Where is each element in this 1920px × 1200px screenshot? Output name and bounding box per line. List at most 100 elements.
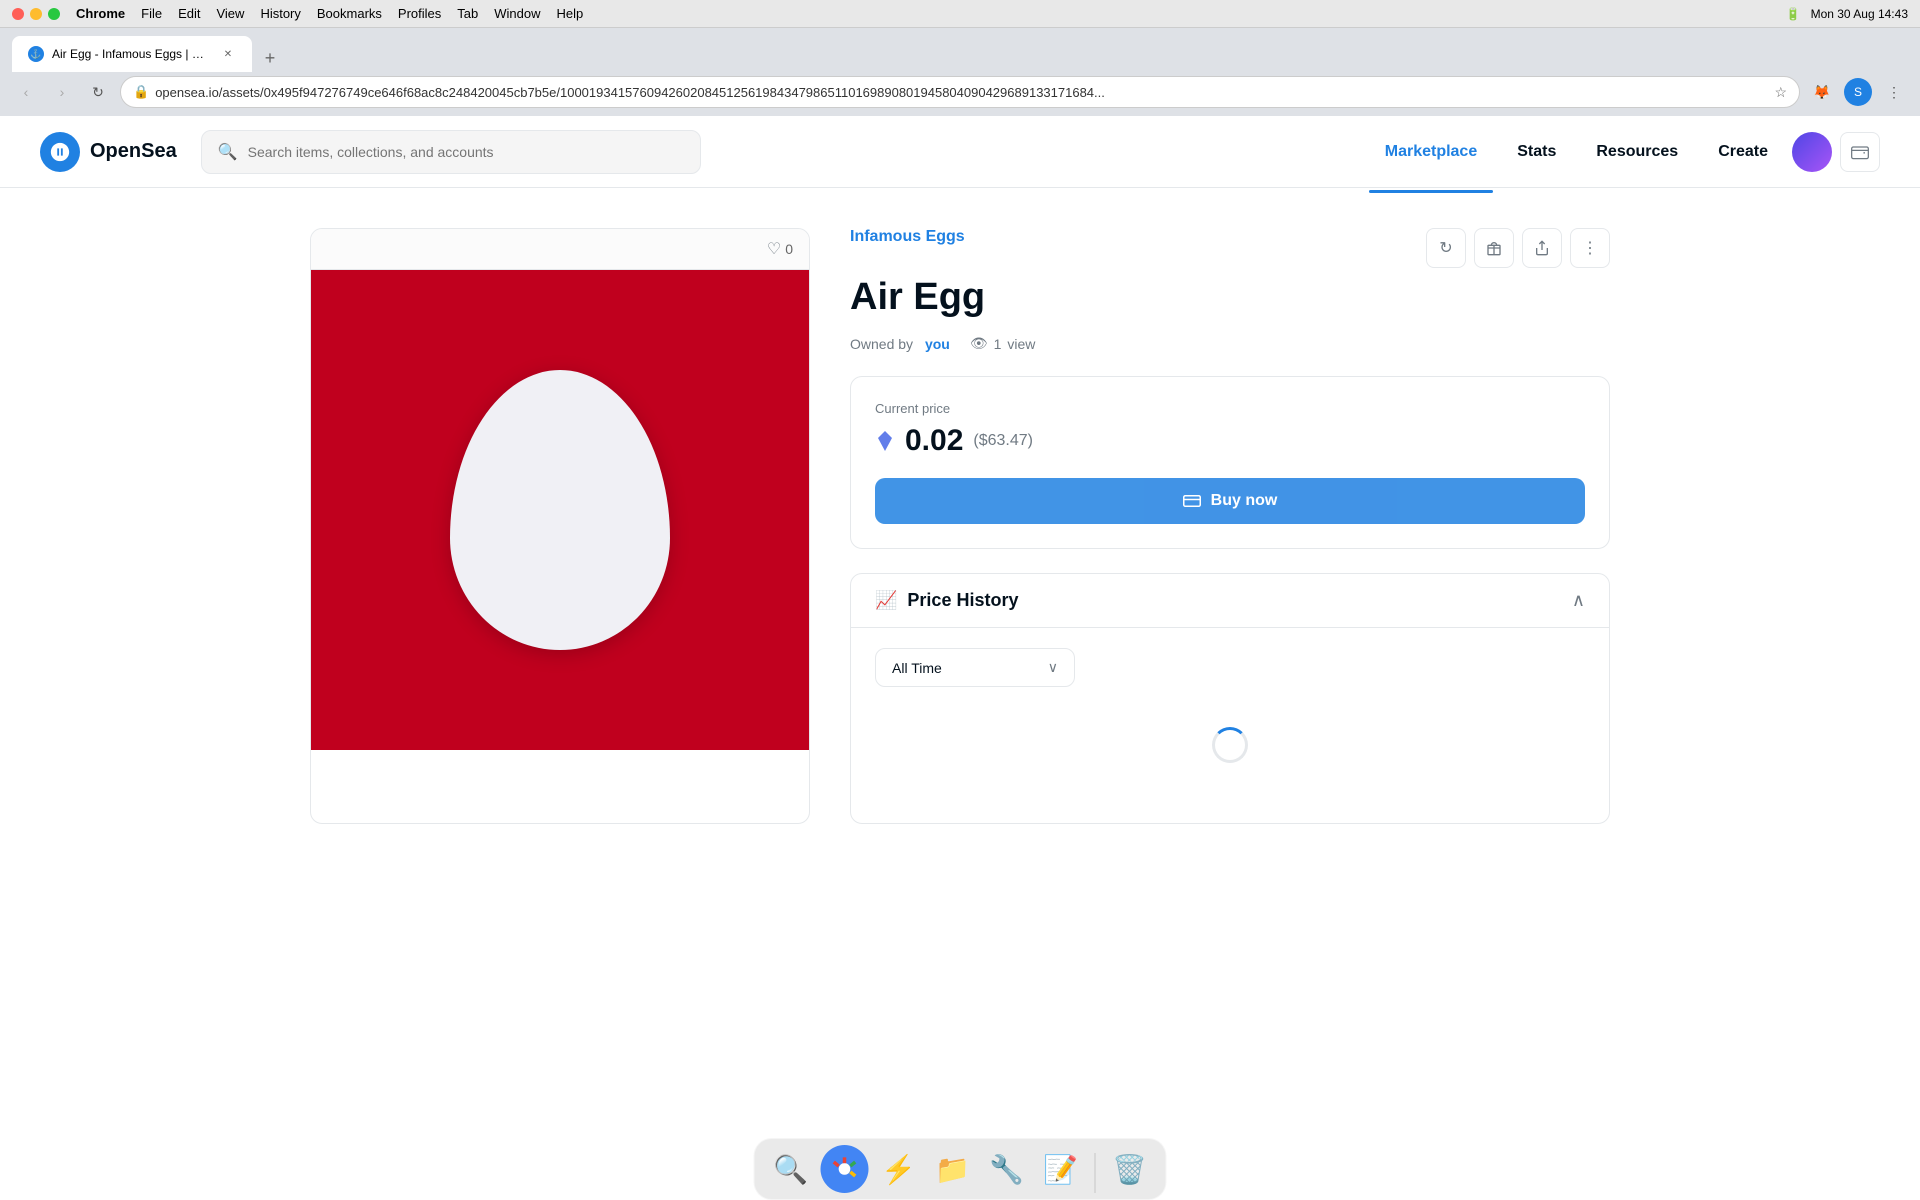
dock-terminal[interactable]: 📁 (929, 1145, 977, 1193)
opensea-logo[interactable]: OpenSea (40, 132, 177, 172)
collection-link[interactable]: Infamous Eggs (850, 228, 965, 246)
price-eth: 0.02 (905, 424, 963, 458)
close-window-button[interactable] (12, 8, 24, 20)
spinner (1212, 727, 1248, 763)
dock-trash[interactable]: 🗑️ (1106, 1145, 1154, 1193)
owned-by-label: Owned by (850, 336, 913, 352)
mac-menu-edit[interactable]: Edit (178, 6, 200, 21)
like-count-area[interactable]: ♡ 0 (767, 239, 793, 259)
extensions-button[interactable]: 🦊 (1808, 78, 1836, 106)
nft-details-header: Infamous Eggs ↻ ⋮ (850, 228, 1610, 268)
search-input[interactable] (248, 144, 684, 160)
bookmark-icon[interactable]: ☆ (1774, 84, 1787, 101)
buy-now-label: Buy now (1211, 492, 1278, 510)
mac-menu-chrome[interactable]: Chrome (76, 6, 125, 21)
search-bar[interactable]: 🔍 (201, 130, 701, 174)
nft-image-header: ♡ 0 (311, 229, 809, 270)
mac-menu: Chrome File Edit View History Bookmarks … (76, 6, 583, 21)
collapse-icon[interactable]: ∧ (1572, 590, 1585, 611)
mac-battery: 🔋 (1786, 7, 1801, 21)
nft-egg-image (450, 370, 670, 650)
address-bar-row: ‹ › ↻ 🔒 opensea.io/assets/0x495f94727674… (0, 72, 1920, 116)
search-icon: 🔍 (218, 142, 238, 162)
tab-title: Air Egg - Infamous Eggs | Ope... (52, 47, 212, 61)
active-tab[interactable]: ⚓ Air Egg - Infamous Eggs | Ope... ✕ (12, 36, 252, 72)
dock-settings[interactable]: 🔧 (983, 1145, 1031, 1193)
tab-list: ⚓ Air Egg - Infamous Eggs | Ope... ✕ + (12, 36, 1908, 72)
opensea-logo-icon (40, 132, 80, 172)
nav-stats[interactable]: Stats (1501, 135, 1572, 169)
refresh-metadata-button[interactable]: ↻ (1426, 228, 1466, 268)
nav-resources[interactable]: Resources (1580, 135, 1694, 169)
time-filter-select[interactable]: All Time ∨ (875, 648, 1075, 687)
send-gift-button[interactable] (1474, 228, 1514, 268)
fullscreen-window-button[interactable] (48, 8, 60, 20)
nft-meta: Owned by you 👁 1 view (850, 335, 1610, 352)
eye-icon: 👁 (970, 335, 988, 352)
nav-create[interactable]: Create (1702, 135, 1784, 169)
price-history-body: All Time ∨ (851, 628, 1609, 823)
nft-image-display (311, 270, 809, 750)
owner-link[interactable]: you (925, 336, 950, 352)
nft-title: Air Egg (850, 276, 1610, 319)
nav-marketplace[interactable]: Marketplace (1369, 135, 1494, 169)
forward-button[interactable]: › (48, 78, 76, 106)
loading-spinner (875, 687, 1585, 803)
price-history-card: 📈 Price History ∧ All Time ∨ (850, 573, 1610, 824)
mac-menu-view[interactable]: View (216, 6, 244, 21)
mac-menu-help[interactable]: Help (557, 6, 584, 21)
more-options-button[interactable]: ⋮ (1570, 228, 1610, 268)
mac-menu-bookmarks[interactable]: Bookmarks (317, 6, 382, 21)
dock-finder[interactable]: 🔍 (767, 1145, 815, 1193)
traffic-lights (12, 8, 60, 20)
price-usd: ($63.47) (973, 432, 1033, 450)
nft-image-card: ♡ 0 (310, 228, 810, 824)
chart-icon: 📈 (875, 590, 897, 611)
address-bar-icons: ☆ (1774, 84, 1787, 101)
opensea-navbar: OpenSea 🔍 Marketplace Stats Resources Cr… (0, 116, 1920, 188)
back-button[interactable]: ‹ (12, 78, 40, 106)
nav-links: Marketplace Stats Resources Create (1369, 132, 1880, 172)
dock-notes[interactable]: 📝 (1037, 1145, 1085, 1193)
buy-now-button[interactable]: Buy now (875, 478, 1585, 524)
mac-menu-profiles[interactable]: Profiles (398, 6, 441, 21)
profile-button[interactable]: S (1844, 78, 1872, 106)
url-text: opensea.io/assets/0x495f947276749ce646f6… (155, 85, 1768, 100)
dock-lightning[interactable]: ⚡ (875, 1145, 923, 1193)
nav-wallet-button[interactable] (1840, 132, 1880, 172)
reload-button[interactable]: ↻ (84, 78, 112, 106)
heart-icon[interactable]: ♡ (767, 239, 781, 259)
views-count: 👁 1 view (970, 335, 1036, 352)
dock-divider (1095, 1153, 1096, 1193)
price-value: 0.02 ($63.47) (875, 424, 1585, 458)
browser-tab-bar: ⚓ Air Egg - Infamous Eggs | Ope... ✕ + (0, 28, 1920, 72)
address-bar[interactable]: 🔒 opensea.io/assets/0x495f947276749ce646… (120, 76, 1800, 108)
mac-menu-history[interactable]: History (260, 6, 300, 21)
share-button[interactable] (1522, 228, 1562, 268)
nav-avatar[interactable] (1792, 132, 1832, 172)
minimize-window-button[interactable] (30, 8, 42, 20)
price-history-label: Price History (907, 590, 1018, 611)
price-history-header[interactable]: 📈 Price History ∧ (851, 574, 1609, 628)
opensea-logo-text: OpenSea (90, 140, 177, 163)
like-count: 0 (785, 241, 793, 257)
eth-icon (875, 431, 895, 451)
mac-menu-tab[interactable]: Tab (457, 6, 478, 21)
asset-container: ♡ 0 Infamous Eggs ↻ ⋮ (310, 228, 1610, 824)
price-history-title: 📈 Price History (875, 590, 1018, 611)
mac-menubar: Chrome File Edit View History Bookmarks … (0, 0, 1920, 28)
more-options-button[interactable]: ⋮ (1880, 78, 1908, 106)
dock-chrome[interactable] (821, 1145, 869, 1193)
mac-menu-window[interactable]: Window (494, 6, 540, 21)
tab-close-button[interactable]: ✕ (220, 46, 236, 62)
eth-diamond (878, 431, 892, 451)
detail-actions: ↻ ⋮ (1426, 228, 1610, 268)
nft-details-panel: Infamous Eggs ↻ ⋮ Air Egg Owned by (850, 228, 1610, 824)
views-number: 1 (994, 336, 1002, 352)
mac-menu-file[interactable]: File (141, 6, 162, 21)
price-card: Current price 0.02 ($63.47) Buy now (850, 376, 1610, 549)
dock: 🔍 ⚡ 📁 🔧 📝 🗑️ (754, 1138, 1167, 1200)
new-tab-button[interactable]: + (256, 44, 284, 72)
mac-time: Mon 30 Aug 14:43 (1811, 7, 1908, 21)
mac-status-area: 🔋 Mon 30 Aug 14:43 (1786, 7, 1908, 21)
